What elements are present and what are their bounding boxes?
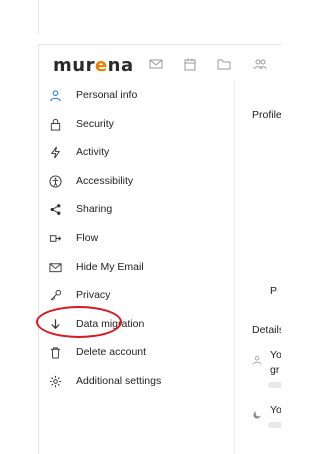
detail-row-text: Yo (270, 404, 281, 416)
profile-content: Profile P Details Yo gr Yo (244, 81, 281, 454)
lightning-icon (48, 145, 62, 159)
folder-icon[interactable] (217, 57, 231, 71)
sidebar-item-label: Additional settings (76, 375, 162, 387)
sidebar-item-personal-info[interactable]: Personal info (39, 83, 234, 107)
details-heading: Details (252, 324, 281, 336)
sidebar-item-flow[interactable]: Flow (39, 226, 234, 250)
detail-row-subtext: gr (270, 364, 280, 376)
flow-icon (48, 231, 62, 245)
sidebar-item-accessibility[interactable]: Accessibility (39, 169, 234, 193)
sidebar-item-sharing[interactable]: Sharing (39, 197, 234, 221)
top-strip (0, 0, 280, 35)
moon-icon (252, 407, 262, 419)
settings-sidebar: Personal info Security Activity Accessib… (39, 81, 235, 454)
accessibility-icon (48, 174, 62, 188)
profile-field-label: P (270, 285, 278, 297)
mail-icon[interactable] (149, 57, 163, 71)
user-icon (48, 88, 62, 102)
redacted-value (268, 422, 281, 428)
sidebar-item-delete-account[interactable]: Delete account (39, 340, 234, 364)
app-header: murena (39, 45, 281, 81)
top-divider (38, 0, 39, 34)
lock-icon (48, 117, 62, 131)
contacts-icon[interactable] (253, 57, 267, 71)
sidebar-item-label: Hide My Email (76, 261, 144, 273)
sidebar-item-label: Security (76, 118, 114, 130)
murena-logo[interactable]: murena (53, 55, 134, 76)
sidebar-item-label: Flow (76, 232, 99, 244)
logo-accent: e (94, 55, 108, 76)
profile-heading: Profile (252, 109, 281, 121)
settings-frame: murena Personal info Security Activity A… (38, 44, 281, 454)
mail-icon (48, 260, 62, 274)
gap (0, 34, 280, 44)
logo-part: mur (53, 55, 95, 76)
user-icon (252, 352, 262, 365)
sidebar-item-label: Sharing (76, 203, 113, 215)
calendar-icon[interactable] (183, 57, 197, 71)
key-icon (48, 288, 62, 302)
trash-icon (48, 345, 62, 359)
sidebar-item-additional-settings[interactable]: Additional settings (39, 369, 234, 393)
sidebar-item-label: Activity (76, 146, 110, 158)
redacted-value (268, 382, 281, 388)
sidebar-item-label: Privacy (76, 289, 111, 301)
sidebar-item-activity[interactable]: Activity (39, 140, 234, 164)
sidebar-item-privacy[interactable]: Privacy (39, 283, 234, 307)
gear-icon (48, 374, 62, 388)
sidebar-item-label: Accessibility (76, 175, 134, 187)
highlight-ellipse (36, 306, 122, 338)
detail-row-text: Yo (270, 349, 281, 361)
logo-part: na (107, 55, 134, 76)
sidebar-item-security[interactable]: Security (39, 112, 234, 136)
share-icon (48, 202, 62, 216)
sidebar-item-label: Delete account (76, 346, 147, 358)
sidebar-item-hide-my-email[interactable]: Hide My Email (39, 255, 234, 279)
sidebar-item-label: Personal info (76, 89, 138, 101)
